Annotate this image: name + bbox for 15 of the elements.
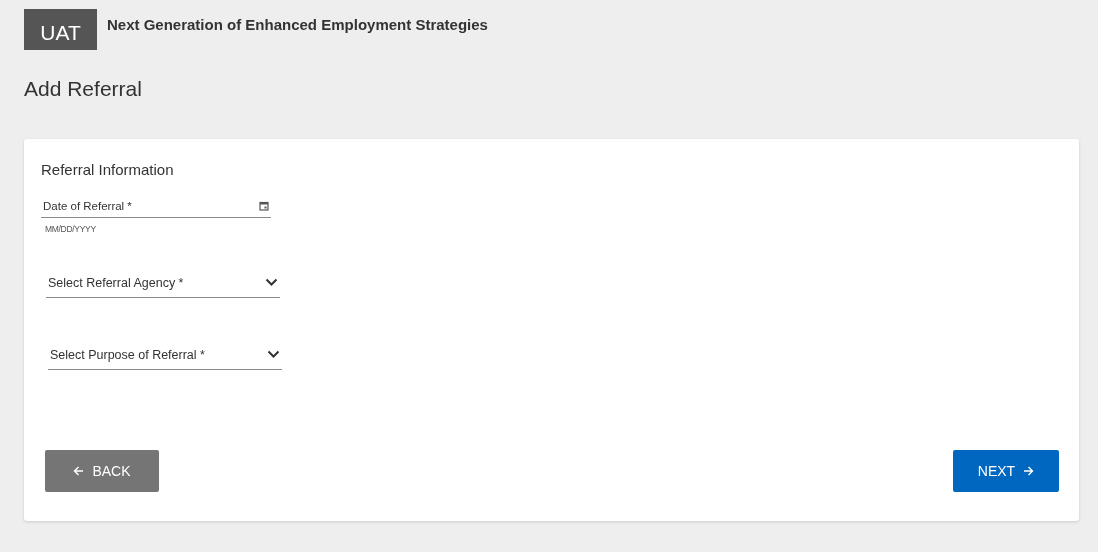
page-title: Add Referral [24, 77, 143, 101]
app-title: Next Generation of Enhanced Employment Strategies [107, 16, 488, 33]
back-button[interactable]: BACK [45, 450, 159, 492]
date-format-hint: MM/DD/YYYY [44, 224, 97, 234]
next-button[interactable]: NEXT [953, 450, 1059, 492]
date-field[interactable]: Date of Referral * [41, 194, 271, 218]
dropdown-field[interactable]: Select Purpose of Referral * [48, 340, 282, 370]
chevron-down-icon[interactable] [267, 350, 280, 359]
section-title: Referral Information [41, 161, 175, 178]
right-arrow-icon [1023, 466, 1035, 476]
environment-badge: UAT [24, 9, 97, 50]
calendar-icon[interactable] [259, 200, 269, 211]
left-arrow-icon [73, 466, 85, 476]
dropdown-field[interactable]: Select Referral Agency * [46, 268, 280, 298]
chevron-down-icon[interactable] [265, 278, 278, 287]
